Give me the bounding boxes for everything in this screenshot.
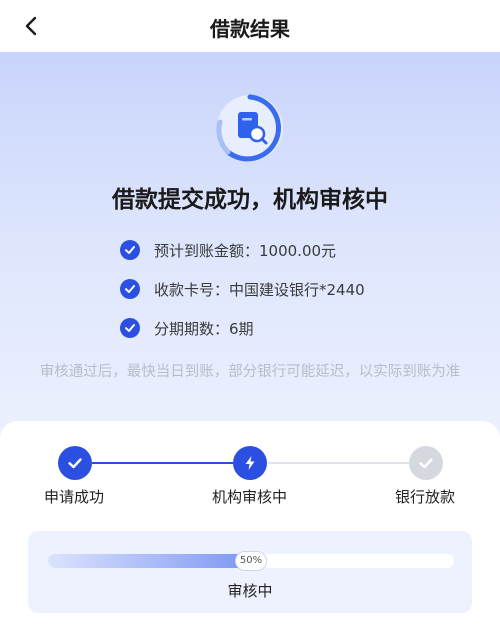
check-icon: [120, 318, 140, 338]
step-1-dot: [58, 446, 92, 480]
step-3-dot: [409, 446, 443, 480]
result-headline: 借款提交成功，机构审核中: [112, 187, 388, 213]
progress-percent-badge: 50%: [235, 551, 267, 571]
info-item-card: 收款卡号：中国建设银行*2440: [120, 277, 365, 301]
check-icon: [68, 458, 82, 469]
info-item-installments: 分期期数：6期: [120, 316, 254, 340]
step-connector-done: [92, 462, 233, 464]
info-item-text: 预计到账金额：1000.00元: [154, 241, 337, 260]
check-icon: [120, 279, 140, 299]
progress-fill: [48, 554, 251, 568]
arrival-notice: 审核通过后，最快当日到账，部分银行可能延迟，以实际到账为准: [39, 364, 461, 380]
step-connector-pending: [268, 462, 409, 464]
lightning-icon: [245, 456, 255, 470]
step-2-dot: [233, 446, 267, 480]
step-2-label: 机构审核中: [212, 488, 288, 506]
result-hero: 借款提交成功，机构审核中 预计到账金额：1000.00元 收款卡号：中国建设银行…: [0, 52, 500, 452]
page-title: 借款结果: [210, 17, 290, 41]
step-3-label: 银行放款: [395, 488, 456, 506]
nav-bar: 借款结果: [0, 0, 500, 52]
progress-box: 50% 审核中: [28, 531, 472, 613]
step-1-label: 申请成功: [44, 488, 105, 506]
check-icon: [120, 240, 140, 260]
progress-status: 审核中: [227, 582, 273, 600]
info-item-text: 收款卡号：中国建设银行*2440: [154, 280, 365, 299]
info-item-amount: 预计到账金额：1000.00元: [120, 238, 336, 262]
document-search-icon: [214, 92, 286, 164]
check-icon: [419, 458, 433, 469]
info-item-text: 分期期数：6期: [154, 319, 254, 338]
